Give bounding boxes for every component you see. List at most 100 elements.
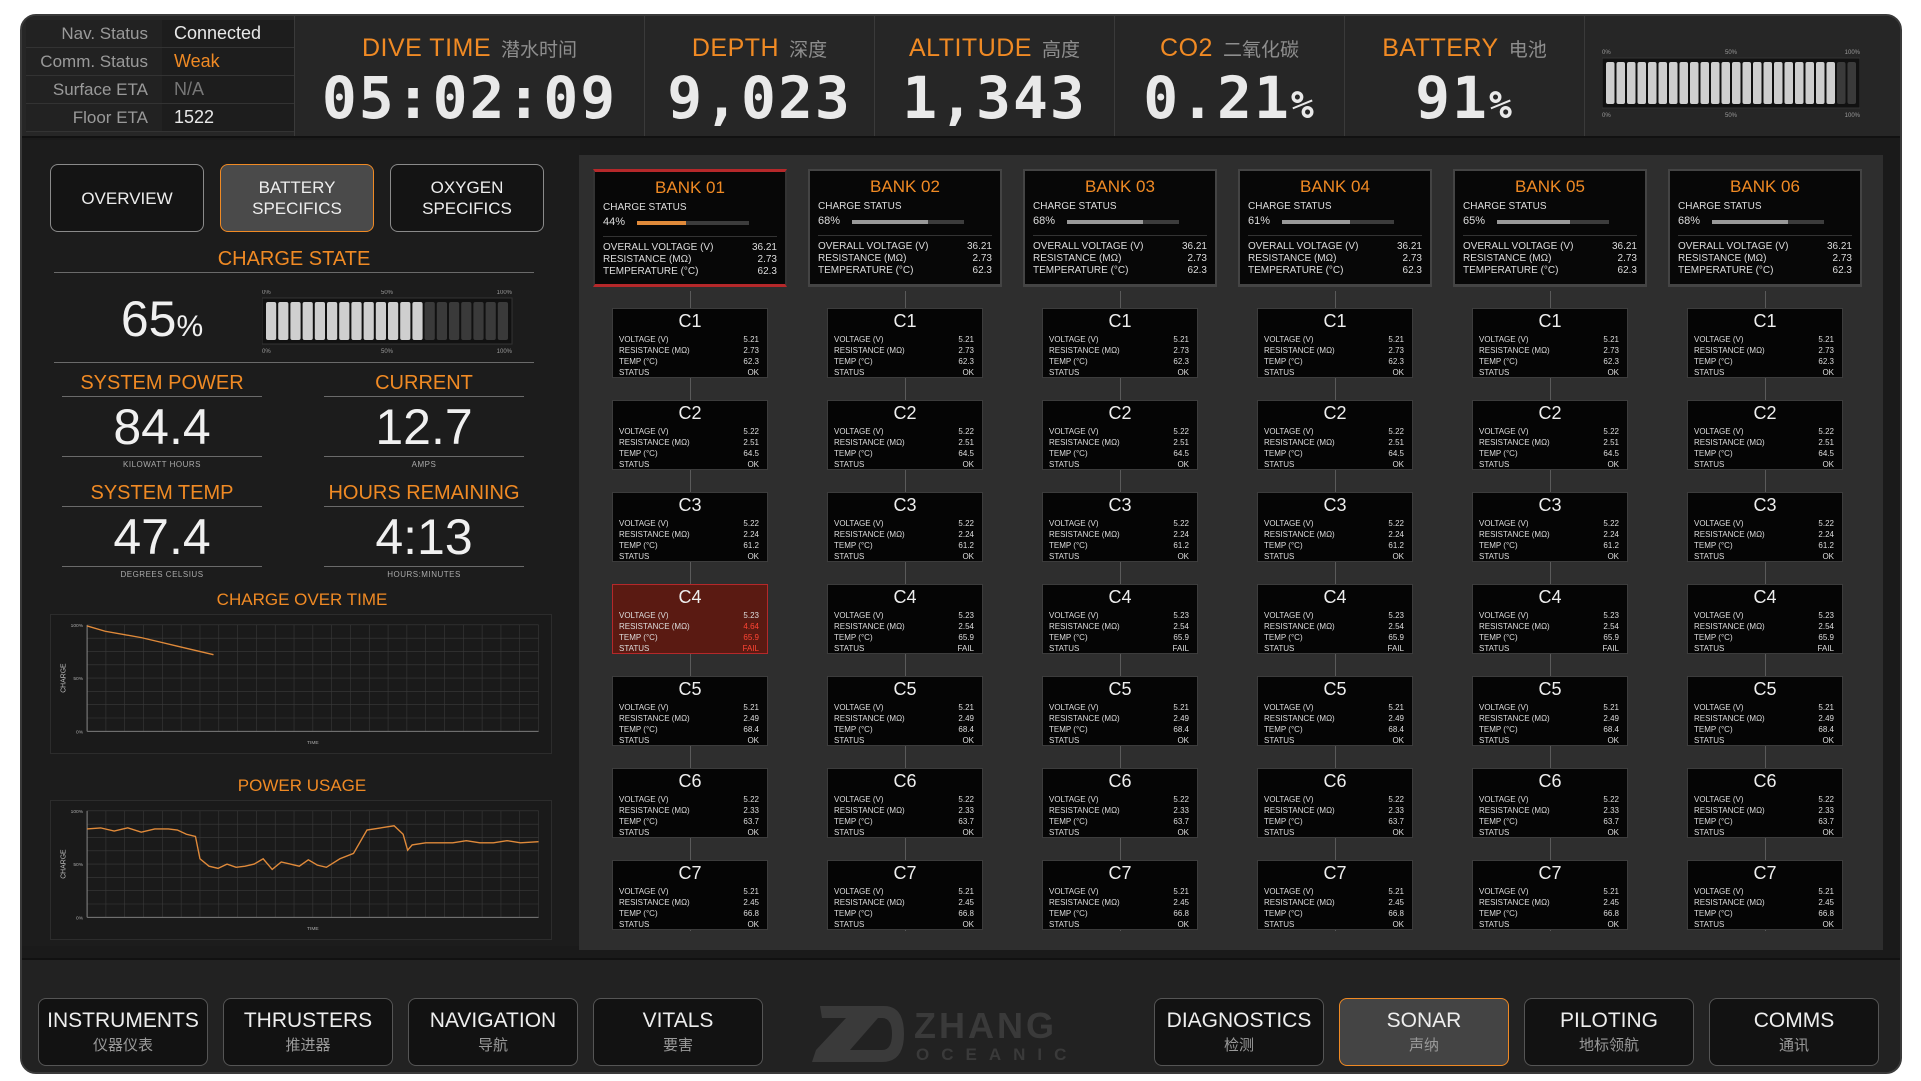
bank-card[interactable]: BANK 06 CHARGE STATUS 68% OVERALL VOLTAGE (… xyxy=(1668,169,1862,287)
cell-card[interactable]: C1 VOLTAGE (V) 5.21 RESISTANCE (MΩ) 2.73 TEMP… xyxy=(1687,308,1843,378)
cell-card[interactable]: C3 VOLTAGE (V) 5.22 RESISTANCE (MΩ) 2.24 TEMP… xyxy=(612,492,768,562)
cell-card[interactable]: C3 VOLTAGE (V) 5.22 RESISTANCE (MΩ) 2.24 TEMP… xyxy=(827,492,983,562)
cell-card[interactable]: C6 VOLTAGE (V) 5.22 RESISTANCE (MΩ) 2.33 TEMP… xyxy=(1257,768,1413,838)
nav-button-thrusters[interactable]: THRUSTERS 推进器 xyxy=(223,998,393,1066)
cell-card[interactable]: C3 VOLTAGE (V) 5.22 RESISTANCE (MΩ) 2.24 TEMP… xyxy=(1687,492,1843,562)
cell-card[interactable]: C7 VOLTAGE (V) 5.21 RESISTANCE (MΩ) 2.45 TEMP… xyxy=(1257,860,1413,930)
cell-spec-row: RESISTANCE (MΩ) 2.51 xyxy=(1479,437,1619,448)
cell-spec-value: 5.22 xyxy=(1173,795,1189,804)
cell-card[interactable]: C4 VOLTAGE (V) 5.23 RESISTANCE (MΩ) 2.54 TEMP… xyxy=(1472,584,1628,654)
cell-title: C2 xyxy=(893,403,917,423)
cell-card[interactable]: C5 VOLTAGE (V) 5.21 RESISTANCE (MΩ) 2.49 TEMP… xyxy=(1472,676,1628,746)
dive-time-label: DIVE TIME xyxy=(361,34,492,62)
cell-title: C6 xyxy=(1108,771,1132,791)
cell-card[interactable]: C7 VOLTAGE (V) 5.21 RESISTANCE (MΩ) 2.45 TEMP… xyxy=(1042,860,1198,930)
cell-spec-value: OK xyxy=(1392,920,1404,929)
bank-card[interactable]: BANK 01 CHARGE STATUS 44% OVERALL VOLTAGE (… xyxy=(593,169,787,287)
cell-card[interactable]: C4 VOLTAGE (V) 5.23 RESISTANCE (MΩ) 4.64 TEMP… xyxy=(612,584,768,654)
cell-card[interactable]: C1 VOLTAGE (V) 5.21 RESISTANCE (MΩ) 2.73 TEMP… xyxy=(1042,308,1198,378)
bank-card[interactable]: BANK 04 CHARGE STATUS 61% OVERALL VOLTAGE (… xyxy=(1238,169,1432,287)
cell-card[interactable]: C2 VOLTAGE (V) 5.22 RESISTANCE (MΩ) 2.51 TEMP… xyxy=(1687,400,1843,470)
cell-card[interactable]: C2 VOLTAGE (V) 5.22 RESISTANCE (MΩ) 2.51 TEMP… xyxy=(827,400,983,470)
nav-button-vitals[interactable]: VITALS 要害 xyxy=(593,998,763,1066)
tab-battery-specifics[interactable]: BATTERY SPECIFICS xyxy=(220,164,374,232)
nav-button-comms[interactable]: COMMS 通讯 xyxy=(1709,998,1879,1066)
bank-card[interactable]: BANK 02 CHARGE STATUS 68% OVERALL VOLTAGE (… xyxy=(808,169,1002,287)
cell-spec-value: 4.64 xyxy=(743,622,759,631)
cell-spec-value: OK xyxy=(1822,828,1834,837)
depth-value: 9,023 xyxy=(667,64,852,132)
cell-card[interactable]: C4 VOLTAGE (V) 5.23 RESISTANCE (MΩ) 2.54 TEMP… xyxy=(1042,584,1198,654)
cell-card[interactable]: C7 VOLTAGE (V) 5.21 RESISTANCE (MΩ) 2.45 TEMP… xyxy=(612,860,768,930)
cell-card[interactable]: C6 VOLTAGE (V) 5.22 RESISTANCE (MΩ) 2.33 TEMP… xyxy=(612,768,768,838)
cell-card[interactable]: C5 VOLTAGE (V) 5.21 RESISTANCE (MΩ) 2.49 TEMP… xyxy=(827,676,983,746)
bank-card[interactable]: BANK 05 CHARGE STATUS 65% OVERALL VOLTAGE (… xyxy=(1453,169,1647,287)
cell-spec-label: RESISTANCE (MΩ) xyxy=(619,714,690,723)
cell-spec-label: VOLTAGE (V) xyxy=(619,611,669,620)
cell-card[interactable]: C4 VOLTAGE (V) 5.23 RESISTANCE (MΩ) 2.54 TEMP… xyxy=(1257,584,1413,654)
cell-spec-value: 68.4 xyxy=(1603,725,1619,734)
cell-spec-value: 5.22 xyxy=(1173,519,1189,528)
cell-card[interactable]: C7 VOLTAGE (V) 5.21 RESISTANCE (MΩ) 2.45 TEMP… xyxy=(1687,860,1843,930)
nav-button-piloting[interactable]: PILOTING 地标领航 xyxy=(1524,998,1694,1066)
bank-spec-value: 62.3 xyxy=(1402,265,1422,276)
cell-spec-value: 65.9 xyxy=(1818,633,1834,642)
nav-button-instruments[interactable]: INSTRUMENTS 仪器仪表 xyxy=(38,998,208,1066)
cell-card[interactable]: C6 VOLTAGE (V) 5.22 RESISTANCE (MΩ) 2.33 TEMP… xyxy=(1042,768,1198,838)
cell-card[interactable]: C5 VOLTAGE (V) 5.21 RESISTANCE (MΩ) 2.49 TEMP… xyxy=(1687,676,1843,746)
cell-card[interactable]: C6 VOLTAGE (V) 5.22 RESISTANCE (MΩ) 2.33 TEMP… xyxy=(1687,768,1843,838)
cell-card[interactable]: C5 VOLTAGE (V) 5.21 RESISTANCE (MΩ) 2.49 TEMP… xyxy=(1257,676,1413,746)
cell-card[interactable]: C6 VOLTAGE (V) 5.22 RESISTANCE (MΩ) 2.33 TEMP… xyxy=(827,768,983,838)
co2-unit: % xyxy=(1290,83,1316,127)
nav-button-navigation[interactable]: NAVIGATION 导航 xyxy=(408,998,578,1066)
bank-spec-label: OVERALL VOLTAGE (V) xyxy=(1678,241,1789,252)
cell-card[interactable]: C2 VOLTAGE (V) 5.22 RESISTANCE (MΩ) 2.51 TEMP… xyxy=(1472,400,1628,470)
cell-spec-value: 64.5 xyxy=(1388,449,1404,458)
cell-card[interactable]: C3 VOLTAGE (V) 5.22 RESISTANCE (MΩ) 2.24 TEMP… xyxy=(1042,492,1198,562)
top-status-bar: Nav. Status Connected Comm. Status Weak Surf… xyxy=(22,16,1900,138)
cell-spec-label: VOLTAGE (V) xyxy=(834,519,884,528)
gauge-scale-label: 100% xyxy=(497,349,513,355)
bank-spec-row: OVERALL VOLTAGE (V) 36.21 xyxy=(1678,241,1852,253)
gauge-segment xyxy=(400,302,411,340)
cell-spec-label: TEMP (°C) xyxy=(1049,817,1088,826)
cell-card[interactable]: C2 VOLTAGE (V) 5.22 RESISTANCE (MΩ) 2.51 TEMP… xyxy=(1042,400,1198,470)
tab-overview[interactable]: OVERVIEW xyxy=(50,164,204,232)
bank-card[interactable]: BANK 03 CHARGE STATUS 68% OVERALL VOLTAGE (… xyxy=(1023,169,1217,287)
charge-status-label: CHARGE STATUS xyxy=(1248,201,1332,212)
cell-spec-row: RESISTANCE (MΩ) 2.51 xyxy=(619,437,759,448)
cell-spec-value: 5.22 xyxy=(1818,795,1834,804)
cell-card[interactable]: C4 VOLTAGE (V) 5.23 RESISTANCE (MΩ) 2.54 TEMP… xyxy=(827,584,983,654)
cell-spec-value: FAIL xyxy=(1387,644,1404,653)
cell-card[interactable]: C1 VOLTAGE (V) 5.21 RESISTANCE (MΩ) 2.73 TEMP… xyxy=(827,308,983,378)
cell-card[interactable]: C1 VOLTAGE (V) 5.21 RESISTANCE (MΩ) 2.73 TEMP… xyxy=(1472,308,1628,378)
cell-card[interactable]: C3 VOLTAGE (V) 5.22 RESISTANCE (MΩ) 2.24 TEMP… xyxy=(1257,492,1413,562)
cell-spec-row: TEMP (°C) 68.4 xyxy=(1694,724,1834,735)
cell-spec-label: VOLTAGE (V) xyxy=(1694,887,1744,896)
cell-card[interactable]: C7 VOLTAGE (V) 5.21 RESISTANCE (MΩ) 2.45 TEMP… xyxy=(1472,860,1628,930)
cell-card[interactable]: C5 VOLTAGE (V) 5.21 RESISTANCE (MΩ) 2.49 TEMP… xyxy=(612,676,768,746)
bank-charge-bar xyxy=(637,221,749,225)
cell-card[interactable]: C6 VOLTAGE (V) 5.22 RESISTANCE (MΩ) 2.33 TEMP… xyxy=(1472,768,1628,838)
cell-card[interactable]: C1 VOLTAGE (V) 5.21 RESISTANCE (MΩ) 2.73 TEMP… xyxy=(1257,308,1413,378)
nav-button-sonar[interactable]: SONAR 声纳 xyxy=(1339,998,1509,1066)
cell-spec-label: TEMP (°C) xyxy=(619,633,658,642)
nav-button-diagnostics[interactable]: DIAGNOSTICS 检测 xyxy=(1154,998,1324,1066)
cell-card[interactable]: C5 VOLTAGE (V) 5.21 RESISTANCE (MΩ) 2.49 TEMP… xyxy=(1042,676,1198,746)
cell-card[interactable]: C3 VOLTAGE (V) 5.22 RESISTANCE (MΩ) 2.24 TEMP… xyxy=(1472,492,1628,562)
cell-spec-label: TEMP (°C) xyxy=(1479,541,1518,550)
cell-card[interactable]: C4 VOLTAGE (V) 5.23 RESISTANCE (MΩ) 2.54 TEMP… xyxy=(1687,584,1843,654)
cell-spec-row: VOLTAGE (V) 5.22 xyxy=(1694,794,1834,805)
nav-button-label: DIAGNOSTICS xyxy=(1166,1009,1312,1032)
cell-spec-row: TEMP (°C) 66.8 xyxy=(1264,908,1404,919)
cell-spec-value: OK xyxy=(1822,920,1834,929)
cell-card[interactable]: C2 VOLTAGE (V) 5.22 RESISTANCE (MΩ) 2.51 TEMP… xyxy=(612,400,768,470)
cell-card[interactable]: C2 VOLTAGE (V) 5.22 RESISTANCE (MΩ) 2.51 TEMP… xyxy=(1257,400,1413,470)
cell-card[interactable]: C1 VOLTAGE (V) 5.21 RESISTANCE (MΩ) 2.73 TEMP… xyxy=(612,308,768,378)
cell-spec-row: STATUS OK xyxy=(1694,459,1834,470)
cell-spec-row: STATUS FAIL xyxy=(619,643,759,654)
cell-title: C4 xyxy=(1108,587,1132,607)
tab-oxygen-specifics[interactable]: OXYGEN SPECIFICS xyxy=(390,164,544,232)
cell-spec-row: TEMP (°C) 68.4 xyxy=(619,724,759,735)
cell-card[interactable]: C7 VOLTAGE (V) 5.21 RESISTANCE (MΩ) 2.45 TEMP… xyxy=(827,860,983,930)
